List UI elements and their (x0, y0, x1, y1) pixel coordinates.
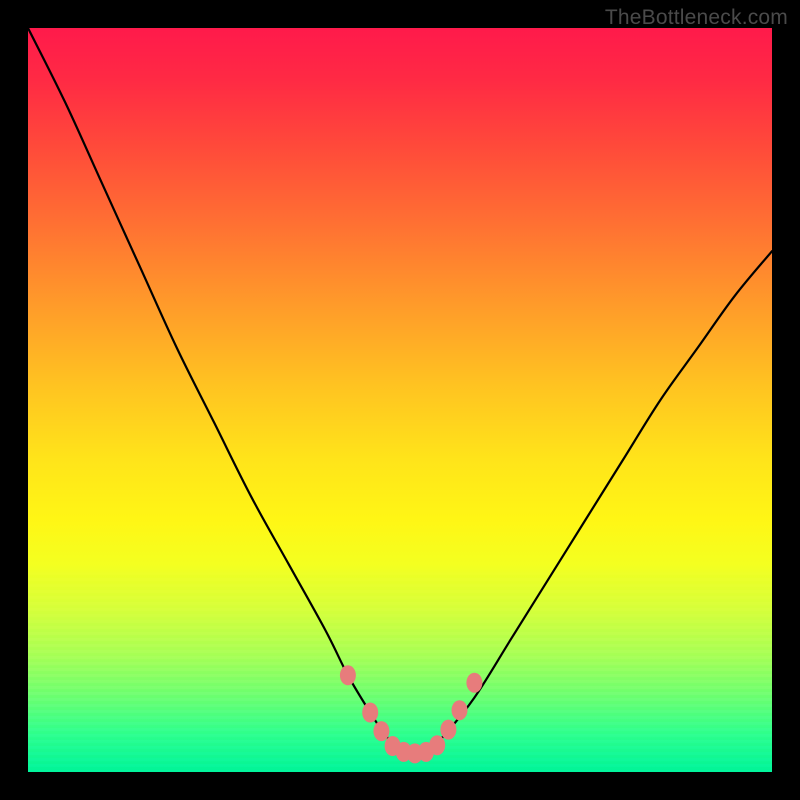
curve-marker (429, 735, 445, 755)
curve-marker (466, 673, 482, 693)
marker-group (340, 665, 483, 763)
curve-marker (440, 720, 456, 740)
curve-marker (340, 665, 356, 685)
watermark-text: TheBottleneck.com (605, 6, 788, 30)
curve-svg (28, 28, 772, 772)
curve-marker (373, 721, 389, 741)
curve-marker (452, 700, 468, 720)
plot-area (28, 28, 772, 772)
bottleneck-curve (28, 28, 772, 753)
chart-frame: TheBottleneck.com (0, 0, 800, 800)
curve-marker (362, 703, 378, 723)
